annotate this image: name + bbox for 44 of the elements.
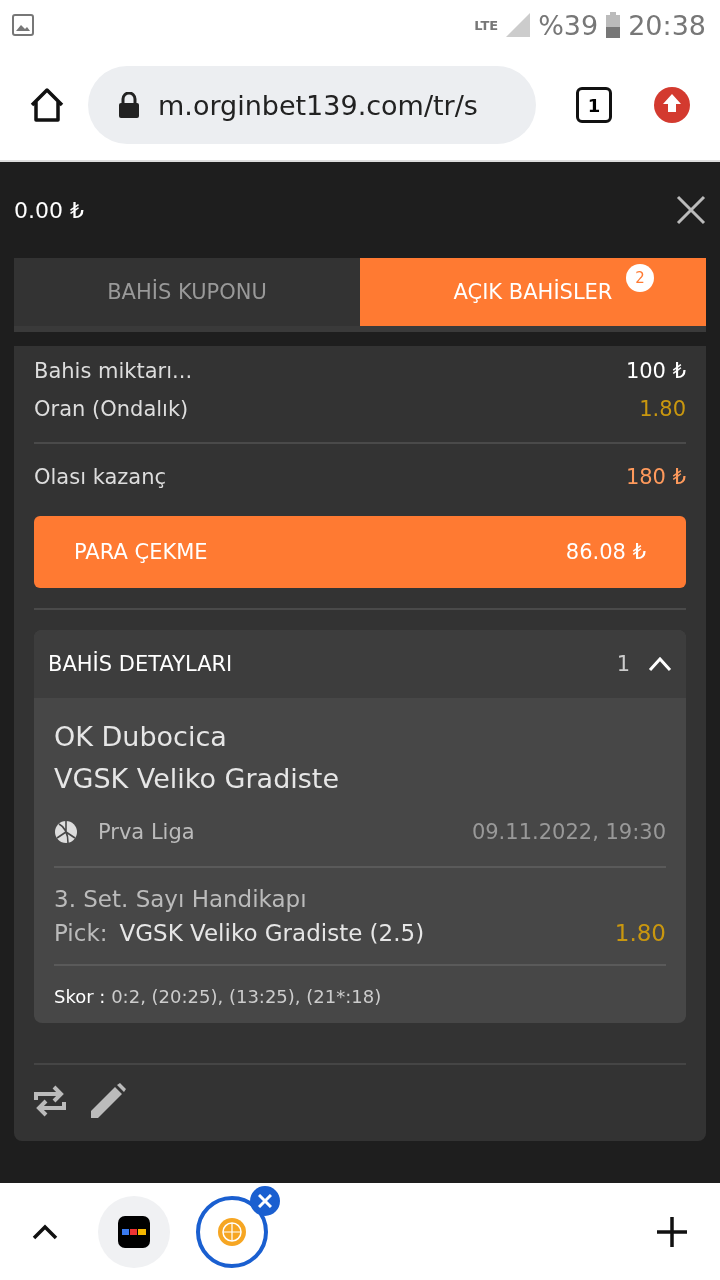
balance: 0.00 ₺ xyxy=(14,197,84,223)
lock-icon xyxy=(118,92,140,118)
address-bar[interactable]: m.orginbet139.com/tr/s xyxy=(88,66,536,144)
clock: 20:38 xyxy=(628,9,706,41)
summary-label: Olası kazanç xyxy=(34,465,167,489)
details-header[interactable]: BAHİS DETAYLARI 1 xyxy=(34,630,686,698)
team-name: VGSK Veliko Gradiste xyxy=(54,762,341,796)
team-name: OK Dubocica xyxy=(54,720,228,754)
pick-label: Pick: xyxy=(54,919,108,948)
repeat-icon[interactable] xyxy=(34,1084,66,1118)
summary-value: 100 ₺ xyxy=(625,359,686,383)
roulette-icon xyxy=(217,1216,247,1247)
score-text: 0:2, (20:25), (13:25), (21*:18) xyxy=(111,986,382,1007)
pencil-icon[interactable] xyxy=(90,1083,126,1119)
close-icon[interactable] xyxy=(676,195,706,225)
close-icon xyxy=(258,1193,272,1208)
count-badge: 2 xyxy=(626,264,654,292)
close-bubble-button[interactable] xyxy=(250,1185,280,1216)
market-name: 3. Set. Sayı Handikapı xyxy=(54,885,308,914)
league-name: Prva Liga xyxy=(98,820,196,844)
summary-value: 1.80 xyxy=(639,397,686,421)
tab-count-button[interactable]: 1 xyxy=(576,87,612,123)
pick-odds: 1.80 xyxy=(614,919,666,948)
summary-label: Bahis miktarı... xyxy=(34,359,193,383)
summary-label: Oran (Ondalık) xyxy=(34,397,189,421)
summary-value: 180 ₺ xyxy=(625,465,686,489)
battery-icon xyxy=(606,12,621,38)
details-count: 1 xyxy=(616,652,630,676)
details-title: BAHİS DETAYLARI xyxy=(48,652,234,676)
tab[interactable]: BAHİS KUPONU xyxy=(14,258,360,326)
battery-text: %39 xyxy=(538,9,599,41)
add-icon[interactable] xyxy=(656,1215,688,1248)
pick-selection: VGSK Veliko Gradiste (2.5) xyxy=(119,919,426,948)
home-icon[interactable] xyxy=(28,87,66,123)
match-datetime: 09.11.2022, 19:30 xyxy=(471,820,666,844)
image-icon xyxy=(12,14,34,36)
upload-icon[interactable] xyxy=(652,85,692,125)
volleyball-icon xyxy=(54,820,78,844)
score-label: Skor : xyxy=(54,986,106,1007)
chevron-icon[interactable] xyxy=(648,656,672,672)
network-label: LTE xyxy=(474,17,499,33)
signal-icon xyxy=(506,13,531,37)
app-logo-icon xyxy=(118,1215,150,1248)
chevron-up-icon[interactable] xyxy=(32,1223,58,1240)
